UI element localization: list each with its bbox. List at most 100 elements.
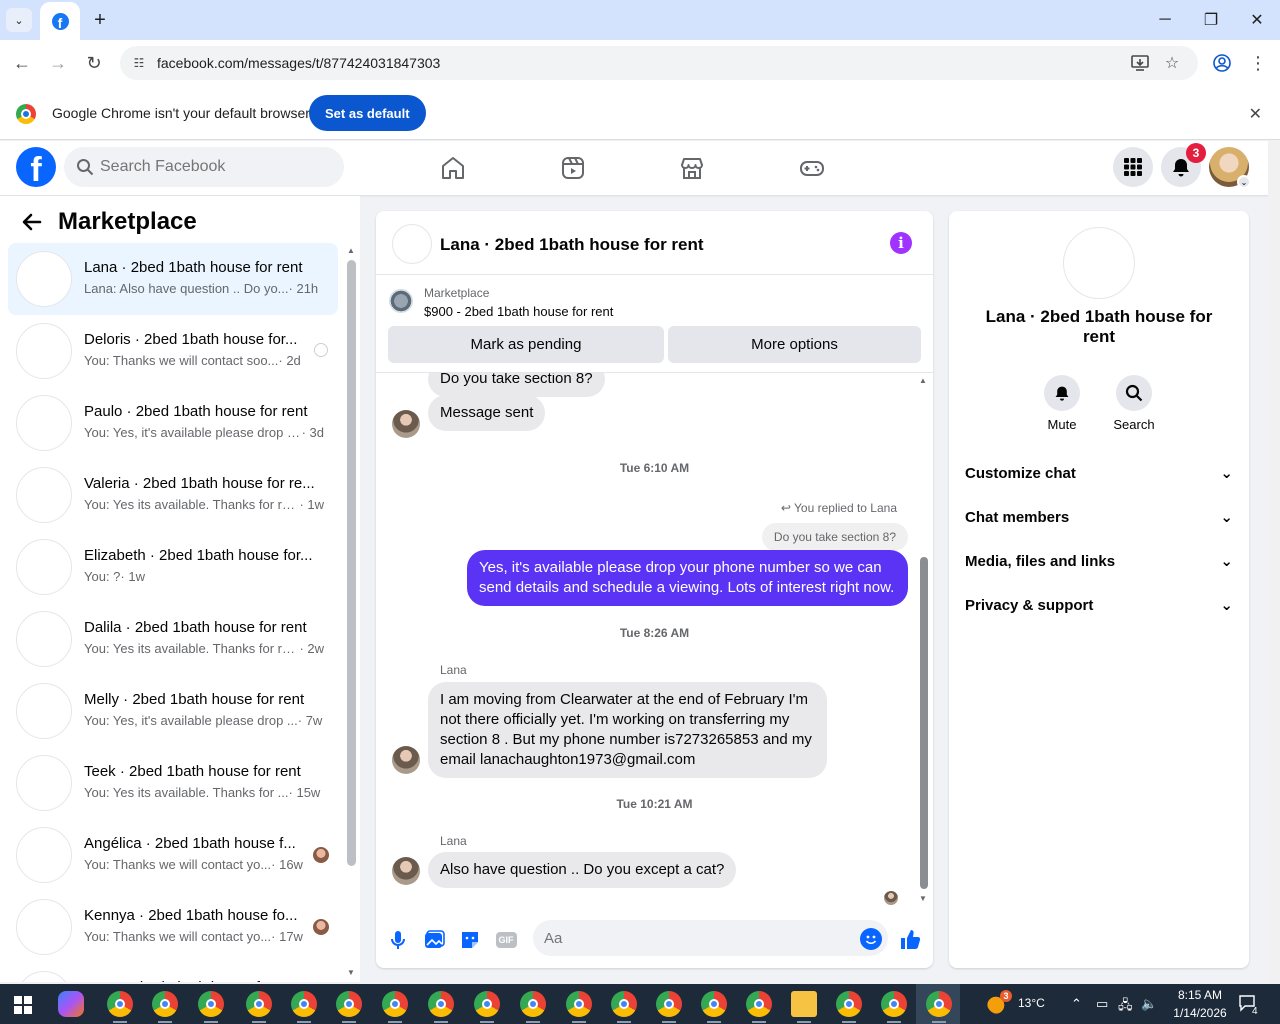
message-bubble[interactable]: Message sent	[428, 395, 546, 431]
message-bubble[interactable]: Do you take section 8?	[428, 373, 605, 397]
emoji-icon[interactable]	[860, 928, 882, 950]
contact-avatar[interactable]	[16, 899, 72, 955]
media-files-links-section[interactable]: Media, files and links ⌄	[965, 549, 1233, 573]
chrome-app-icon[interactable]	[291, 991, 317, 1017]
restore-button[interactable]: ❐	[1188, 6, 1234, 34]
chrome-menu-icon[interactable]: ⋮	[1245, 50, 1271, 76]
scroll-down-arrow-icon[interactable]: ▼	[347, 968, 355, 977]
scroll-down-arrow-icon[interactable]: ▼	[919, 894, 927, 903]
listing-description[interactable]: $900 - 2bed 1bath house for rent	[424, 304, 613, 319]
my-message-bubble[interactable]: Yes, it's available please drop your pho…	[467, 550, 908, 606]
chevron-up-icon[interactable]: ⌃	[1071, 996, 1082, 1012]
conversation-title[interactable]: Lana · 2bed 1bath house for rent	[440, 235, 704, 255]
scroll-up-arrow-icon[interactable]: ▲	[347, 246, 355, 255]
listing-thumbnail[interactable]	[389, 289, 413, 313]
chat-list-item[interactable]: Dalila · 2bed 1bath house for rent You: Y…	[8, 603, 338, 675]
search-input[interactable]	[100, 147, 330, 187]
site-info-icon[interactable]: ☷	[130, 54, 148, 72]
search-conversation-button[interactable]: Search	[1106, 375, 1162, 432]
chrome-app-icon[interactable]	[474, 991, 500, 1017]
minimize-button[interactable]: ─	[1142, 6, 1188, 34]
close-window-button[interactable]: ✕	[1234, 6, 1280, 34]
reload-button[interactable]: ↻	[81, 50, 107, 76]
more-options-button[interactable]: More options	[668, 326, 921, 363]
contact-avatar[interactable]	[16, 395, 72, 451]
contact-avatar[interactable]	[16, 611, 72, 667]
contact-avatar-large[interactable]	[1063, 227, 1135, 299]
facebook-search[interactable]	[64, 147, 344, 187]
gif-icon[interactable]: GIF	[494, 928, 518, 952]
mute-button[interactable]: Mute	[1034, 375, 1090, 432]
chat-list-scrollbar[interactable]	[347, 260, 356, 866]
chrome-app-icon[interactable]	[881, 991, 907, 1017]
contact-avatar[interactable]	[16, 755, 72, 811]
chat-list-item[interactable]: Melly · 2bed 1bath house for rent You: Ye…	[8, 675, 338, 747]
message-input[interactable]	[533, 920, 888, 956]
new-tab-button[interactable]: +	[88, 8, 112, 32]
video-icon[interactable]	[560, 155, 586, 181]
sender-avatar[interactable]	[392, 410, 420, 438]
privacy-support-section[interactable]: Privacy & support ⌄	[965, 593, 1233, 617]
windows-start-icon[interactable]	[14, 996, 32, 1014]
page-scrollbar[interactable]	[1268, 141, 1280, 983]
network-icon[interactable]: 🖧	[1118, 996, 1133, 1018]
chrome-app-icon[interactable]	[107, 991, 133, 1017]
facebook-logo-icon[interactable]: f	[16, 147, 56, 187]
reply-quote-bubble[interactable]: Do you take section 8?	[761, 523, 908, 551]
mark-pending-button[interactable]: Mark as pending	[388, 326, 664, 363]
marketplace-icon[interactable]	[679, 155, 705, 181]
contact-avatar[interactable]	[16, 323, 72, 379]
sender-avatar[interactable]	[392, 857, 420, 885]
chrome-app-icon[interactable]	[198, 991, 224, 1017]
chat-list-item[interactable]: Angélica · 2bed 1bath house f... You: Tha…	[8, 819, 338, 891]
forward-button[interactable]: →	[45, 50, 71, 76]
sender-avatar[interactable]	[392, 746, 420, 774]
customize-chat-section[interactable]: Customize chat ⌄	[965, 461, 1233, 485]
omnibox[interactable]: ☷ facebook.com/messages/t/87742403184730…	[120, 46, 1198, 80]
close-icon[interactable]: ✕	[1249, 104, 1262, 124]
clock-date[interactable]: 1/14/2026	[1166, 1006, 1234, 1020]
tab-search-dropdown[interactable]: ⌄	[6, 8, 32, 32]
chrome-app-icon[interactable]	[926, 991, 952, 1017]
conversation-scrollbar[interactable]	[920, 557, 928, 889]
sticker-icon[interactable]	[458, 928, 482, 952]
chrome-app-icon[interactable]	[746, 991, 772, 1017]
chrome-app-icon[interactable]	[566, 991, 592, 1017]
chrome-app-icon[interactable]	[656, 991, 682, 1017]
contact-avatar[interactable]	[16, 827, 72, 883]
chat-list-item[interactable]: Deloris · 2bed 1bath house for... You: Th…	[8, 315, 338, 387]
chat-list-item[interactable]: Lana · 2bed 1bath house for rent Lana: Al…	[8, 243, 338, 315]
photo-icon[interactable]	[422, 928, 446, 952]
menu-grid-button[interactable]	[1113, 147, 1153, 187]
install-app-icon[interactable]	[1130, 53, 1150, 73]
microphone-icon[interactable]	[386, 928, 410, 952]
contact-avatar[interactable]	[16, 683, 72, 739]
chrome-app-icon[interactable]	[428, 991, 454, 1017]
chat-list-item[interactable]: Valeria · 2bed 1bath house for re... You:…	[8, 459, 338, 531]
back-button[interactable]: ←	[9, 50, 35, 76]
chrome-app-icon[interactable]	[382, 991, 408, 1017]
active-tab[interactable]: f	[40, 2, 80, 40]
message-bubble[interactable]: Also have question .. Do you except a ca…	[428, 852, 737, 888]
chrome-app-icon[interactable]	[152, 991, 178, 1017]
chrome-app-icon[interactable]	[836, 991, 862, 1017]
copilot-icon[interactable]	[58, 991, 84, 1017]
chrome-app-icon[interactable]	[701, 991, 727, 1017]
device-icon[interactable]: ▭	[1096, 996, 1108, 1012]
scroll-up-arrow-icon[interactable]: ▲	[919, 376, 927, 385]
chat-list-item[interactable]: Patty · 2bed 1bath house for...	[8, 963, 338, 982]
thumbs-up-icon[interactable]	[898, 928, 922, 952]
info-icon[interactable]: i	[890, 232, 912, 254]
chat-list-item[interactable]: Kennya · 2bed 1bath house fo... You: Than…	[8, 891, 338, 963]
gaming-icon[interactable]	[799, 155, 825, 181]
contact-avatar[interactable]	[16, 467, 72, 523]
volume-icon[interactable]: 🔈	[1141, 996, 1157, 1012]
chat-members-section[interactable]: Chat members ⌄	[965, 505, 1233, 529]
contact-avatar[interactable]	[16, 539, 72, 595]
file-explorer-icon[interactable]	[791, 991, 817, 1017]
chrome-app-icon[interactable]	[336, 991, 362, 1017]
contact-avatar[interactable]	[392, 224, 432, 264]
account-avatar[interactable]: ⌄	[1209, 147, 1251, 189]
bookmark-star-icon[interactable]: ☆	[1162, 53, 1182, 73]
contact-avatar[interactable]	[16, 971, 72, 982]
